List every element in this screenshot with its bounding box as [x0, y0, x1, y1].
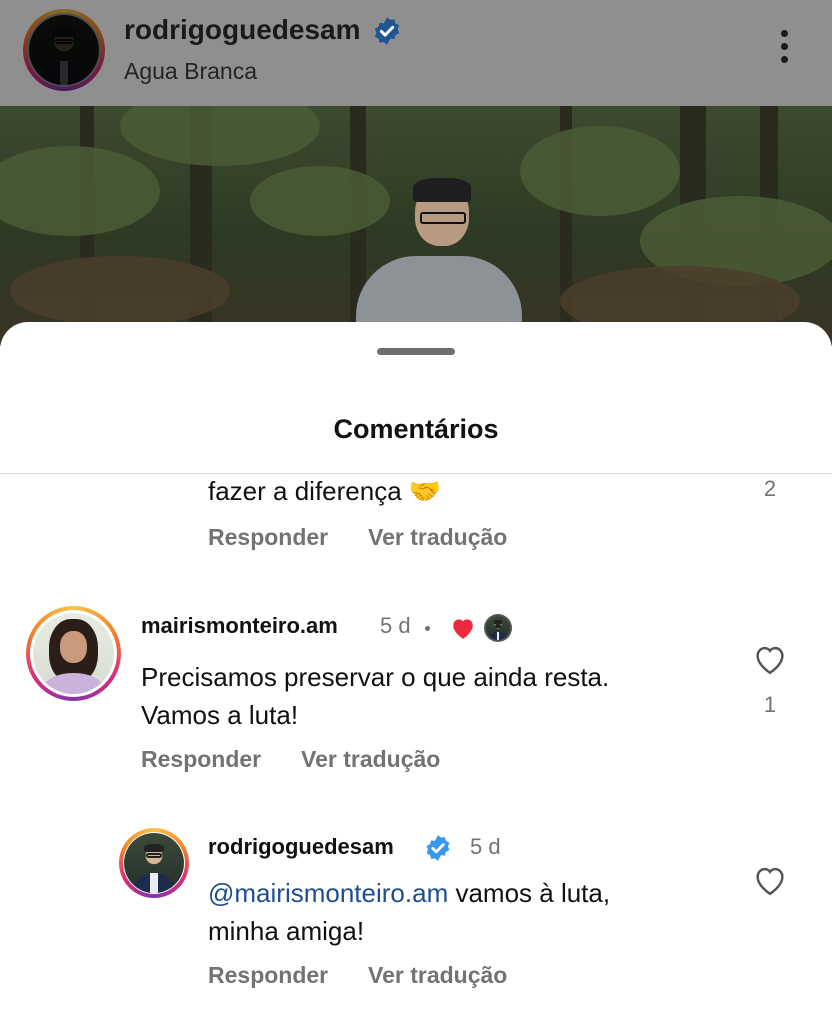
see-translation-button[interactable]: Ver tradução	[368, 962, 507, 989]
divider	[0, 473, 832, 474]
comments-sheet: Comentários fazer a diferença 🤝 2 Respon…	[0, 322, 832, 1024]
post-image	[0, 106, 832, 346]
comment-like-count[interactable]: 1	[750, 692, 790, 718]
mention-link[interactable]: @mairismonteiro.am	[208, 878, 448, 908]
comment-time: 5 d	[470, 834, 501, 859]
liked-by-author-heart-icon	[453, 619, 473, 639]
comment-text-line: @mairismonteiro.am vamos à luta,	[208, 878, 611, 908]
more-options-icon[interactable]	[774, 30, 794, 70]
commenter-avatar[interactable]	[119, 828, 189, 898]
comment-like-count[interactable]: 2	[750, 476, 790, 502]
post-header: rodrigoguedesam Agua Branca	[0, 0, 832, 106]
reply-button[interactable]: Responder	[141, 746, 261, 773]
verified-badge-icon	[426, 835, 450, 861]
like-heart-icon[interactable]	[752, 643, 788, 675]
post-author-avatar[interactable]	[23, 9, 105, 91]
post-author-username[interactable]: rodrigoguedesam	[124, 14, 360, 46]
see-translation-button[interactable]: Ver tradução	[368, 524, 507, 551]
comment-text-line: minha amiga!	[208, 916, 365, 946]
reply-button[interactable]: Responder	[208, 524, 328, 551]
post-location[interactable]: Agua Branca	[124, 58, 257, 85]
sheet-title: Comentários	[333, 414, 499, 444]
drag-handle[interactable]	[377, 348, 455, 355]
comment-text-line: Vamos a luta!	[141, 700, 299, 730]
like-heart-icon[interactable]	[752, 864, 788, 896]
comment-time: 5 d	[380, 613, 411, 638]
see-translation-button[interactable]: Ver tradução	[301, 746, 440, 773]
comment-username[interactable]: mairismonteiro.am	[141, 613, 338, 639]
commenter-avatar[interactable]	[26, 606, 121, 701]
reply-button[interactable]: Responder	[208, 962, 328, 989]
verified-badge-icon	[374, 17, 400, 45]
comment-text-line: Precisamos preservar o que ainda resta.	[141, 662, 610, 692]
comment-text: fazer a diferença 🤝	[208, 476, 442, 506]
comment-username[interactable]: rodrigoguedesam	[208, 834, 394, 860]
author-mini-avatar	[484, 614, 512, 642]
